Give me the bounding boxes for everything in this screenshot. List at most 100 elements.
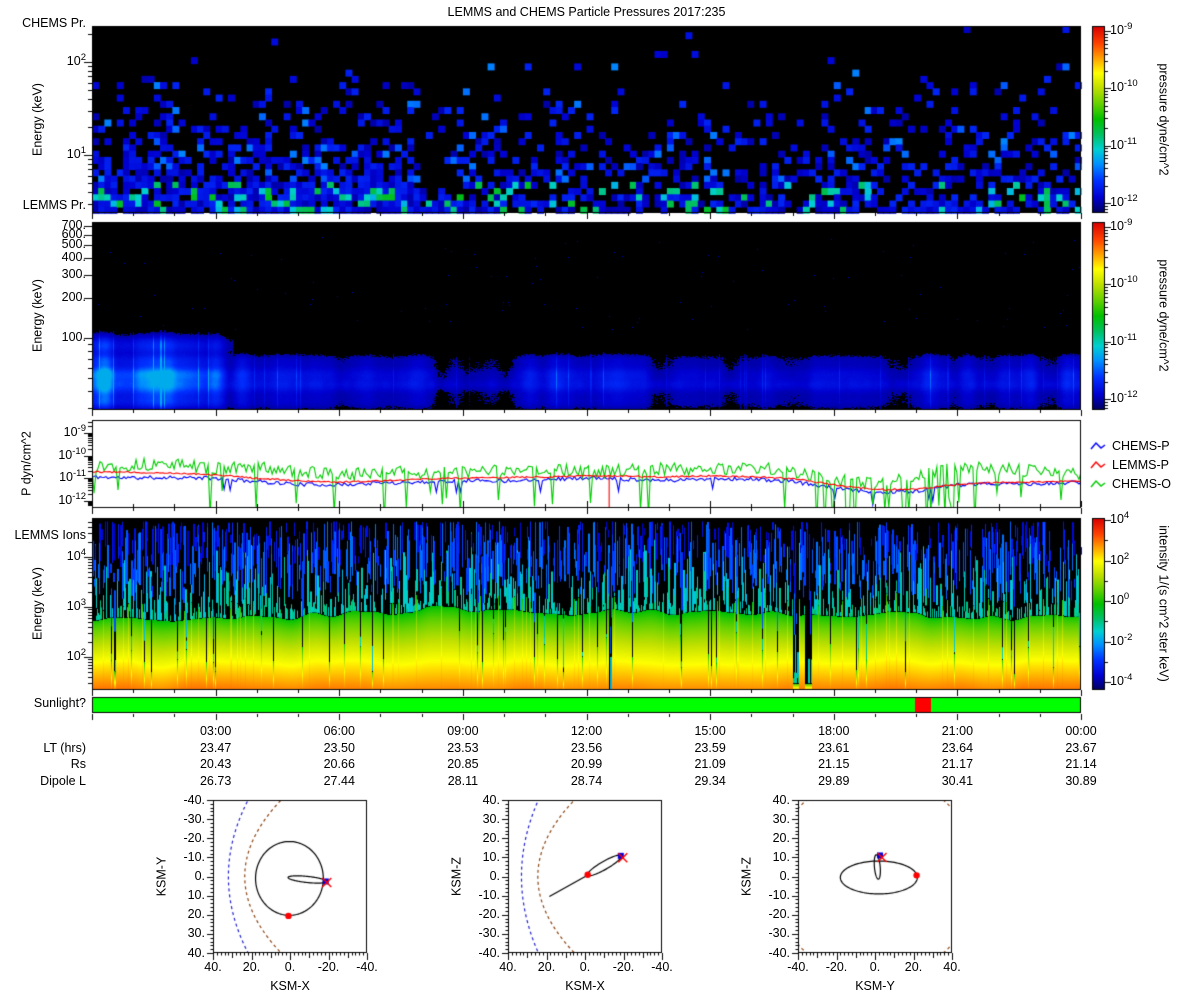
time-tick-label: 21:00 bbox=[941, 724, 974, 738]
panel-label-lemms-pressure: LEMMS Pr. bbox=[22, 198, 86, 212]
orbit-ytick: -20. bbox=[478, 907, 500, 922]
time-tick-label: 15:00 bbox=[694, 724, 726, 738]
ephemeris-row-label-lt: LT (hrs) bbox=[43, 741, 86, 755]
colorbar3-tick: 100 bbox=[1110, 590, 1130, 607]
orbit3-x-axis-title: KSM-Y bbox=[855, 979, 895, 993]
orbit-ytick: 0. bbox=[779, 869, 790, 883]
colorbar2-tick: 10-11 bbox=[1110, 331, 1137, 348]
ephemeris-value: 23.67 bbox=[1065, 741, 1097, 755]
lemms-ytick: 300. bbox=[61, 266, 86, 281]
ephemeris-value: 23.61 bbox=[818, 741, 850, 755]
ephemeris-value: 29.34 bbox=[694, 774, 726, 788]
figure-page: LEMMS and CHEMS Particle Pressures 2017:… bbox=[0, 0, 1200, 1000]
ephemeris-value: 30.41 bbox=[941, 774, 974, 788]
sunlight-label: Sunlight? bbox=[33, 696, 86, 710]
orbit-xtick: 40. bbox=[204, 960, 222, 974]
ephemeris-value: 26.73 bbox=[199, 774, 232, 788]
ephemeris-value: 20.99 bbox=[570, 757, 603, 771]
orbit-ytick: -10. bbox=[768, 888, 790, 903]
orbit-xtick: 0. bbox=[869, 960, 881, 974]
time-tick-label: 18:00 bbox=[818, 724, 850, 738]
ephemeris-value: 23.64 bbox=[941, 741, 974, 755]
pressure-ytick: 10-9 bbox=[63, 422, 86, 439]
chems-ytick: 102 bbox=[66, 51, 86, 68]
orbit-ytick: 0. bbox=[194, 869, 205, 883]
orbit-ytick: 20. bbox=[187, 907, 205, 922]
orbit-xtick: -40. bbox=[356, 960, 378, 974]
ephemeris-value: 30.89 bbox=[1065, 774, 1097, 788]
ephemeris-value: 20.66 bbox=[323, 757, 355, 771]
colorbar-pressure-title-2: pressure dyne/cm^2 bbox=[1156, 259, 1171, 372]
ephemeris-value: 28.74 bbox=[570, 774, 603, 788]
ephemeris-value: 23.47 bbox=[199, 741, 232, 755]
ephemeris-value: 20.85 bbox=[447, 757, 479, 771]
colorbar1-tick: 10-10 bbox=[1110, 78, 1138, 95]
lemms-ytick: 400. bbox=[61, 249, 86, 264]
figure-title: LEMMS and CHEMS Particle Pressures 2017:… bbox=[447, 5, 726, 19]
orbit-ytick: -30. bbox=[478, 926, 500, 941]
orbit-ytick: 40. bbox=[482, 792, 500, 807]
ephemeris-row-label-rs: Rs bbox=[70, 757, 86, 771]
pressure-ytick: 10-10 bbox=[58, 445, 86, 462]
orbit-xtick: 40. bbox=[499, 960, 517, 974]
ions-ytick: 102 bbox=[66, 646, 86, 663]
orbit-ytick: 10. bbox=[482, 849, 500, 864]
orbit-ytick: 40. bbox=[187, 945, 205, 960]
chems-ytick: 101 bbox=[66, 144, 86, 161]
ephemeris-value: 23.50 bbox=[323, 741, 355, 755]
orbit-xtick: 40. bbox=[943, 960, 961, 974]
colorbar-intensity-title: intensity 1/(s cm^2 ster keV) bbox=[1156, 525, 1171, 682]
time-tick-label: 00:00 bbox=[1065, 724, 1097, 738]
orbit-ytick: -10. bbox=[478, 888, 500, 903]
colorbar2-tick: 10-12 bbox=[1110, 388, 1138, 405]
ephemeris-value: 29.89 bbox=[818, 774, 850, 788]
ions-ytick: 103 bbox=[66, 596, 86, 613]
orbit-ytick: -40. bbox=[478, 945, 500, 960]
orbit-xtick: -20. bbox=[317, 960, 340, 974]
colorbar3-tick: 10-4 bbox=[1110, 671, 1133, 688]
orbit-ytick: 40. bbox=[772, 792, 790, 807]
colorbar3-tick: 104 bbox=[1110, 509, 1130, 526]
legend-item-chems-p: CHEMS-P bbox=[1112, 439, 1170, 453]
ephemeris-value: 20.43 bbox=[199, 757, 232, 771]
ephemeris-row-label-dipole: Dipole L bbox=[40, 774, 86, 788]
pressure-ytick: 10-12 bbox=[58, 490, 86, 507]
time-tick-label: 12:00 bbox=[570, 724, 603, 738]
orbit-xtick: 0. bbox=[284, 960, 296, 974]
colorbar2-tick: 10-10 bbox=[1110, 274, 1138, 291]
time-tick-label: 03:00 bbox=[199, 724, 232, 738]
orbit-ytick: 10. bbox=[187, 888, 205, 903]
orbit-xtick: 20. bbox=[904, 960, 923, 974]
colorbar3-tick: 102 bbox=[1110, 550, 1130, 567]
orbit-xtick: -40. bbox=[651, 960, 673, 974]
colorbar1-tick: 10-9 bbox=[1110, 20, 1133, 37]
orbit-ytick: -10. bbox=[183, 849, 205, 864]
ephemeris-value: 21.14 bbox=[1065, 757, 1097, 771]
orbit-ytick: -40. bbox=[183, 792, 205, 807]
orbit-ytick: 30. bbox=[482, 811, 500, 826]
ions-ytick: 104 bbox=[66, 546, 86, 563]
orbit2-x-axis-title: KSM-X bbox=[565, 979, 605, 993]
colorbar2-tick: 10-9 bbox=[1110, 216, 1133, 233]
ephemeris-value: 23.53 bbox=[447, 741, 479, 755]
colorbar1-tick: 10-11 bbox=[1110, 135, 1137, 152]
ephemeris-value: 21.09 bbox=[694, 757, 726, 771]
orbit-ytick: 30. bbox=[187, 926, 205, 941]
orbit-xtick: -20. bbox=[825, 960, 848, 974]
colorbar1-tick: 10-12 bbox=[1110, 192, 1138, 209]
orbit-xtick: -20. bbox=[612, 960, 635, 974]
orbit-ytick: -40. bbox=[768, 945, 790, 960]
orbit-ytick: -20. bbox=[768, 907, 790, 922]
colorbar3-tick: 10-2 bbox=[1110, 631, 1133, 648]
orbit-ytick: 20. bbox=[772, 830, 790, 845]
pressure-ytick: 10-11 bbox=[59, 467, 86, 484]
orbit-ytick: -30. bbox=[183, 811, 205, 826]
ephemeris-value: 21.17 bbox=[941, 757, 974, 771]
orbit-ytick: 20. bbox=[482, 830, 500, 845]
orbit-ytick: -20. bbox=[183, 830, 205, 845]
orbit1-x-axis-title: KSM-X bbox=[270, 979, 310, 993]
time-tick-label: 09:00 bbox=[447, 724, 479, 738]
orbit-xtick: 0. bbox=[579, 960, 591, 974]
y-axis-title-chems: Energy (keV) bbox=[30, 83, 45, 156]
ephemeris-value: 27.44 bbox=[323, 774, 355, 788]
